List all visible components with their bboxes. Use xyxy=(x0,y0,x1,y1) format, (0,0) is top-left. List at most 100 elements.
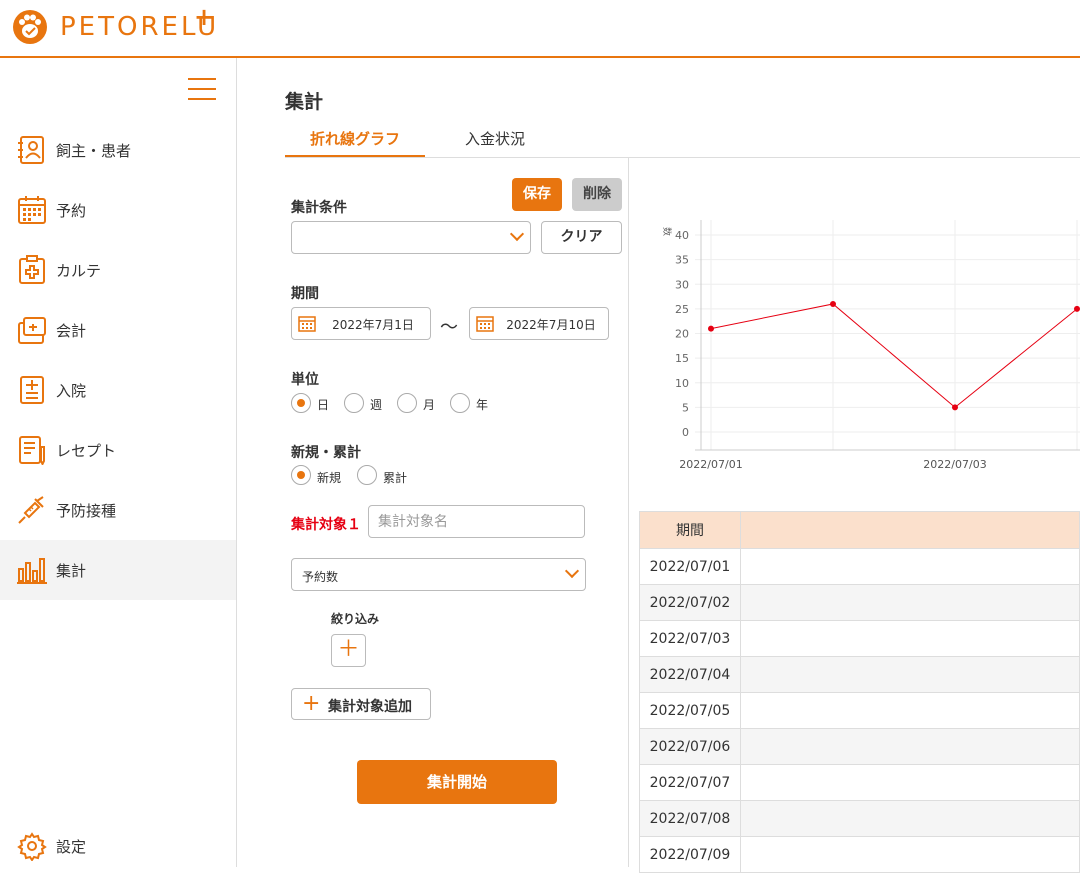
y-tick-label: 0 xyxy=(682,426,689,439)
table-cell-period: 2022/07/01 xyxy=(639,548,741,585)
unit-option-label: 週 xyxy=(370,398,383,412)
y-tick-label: 25 xyxy=(675,303,689,316)
table-row: 2022/07/09 xyxy=(639,836,1080,873)
series-line xyxy=(710,303,1078,409)
unit-radio-week[interactable] xyxy=(344,393,364,413)
chevron-down-icon xyxy=(509,226,525,242)
condition-label: 集計条件 xyxy=(291,200,347,216)
result-table: 期間 2022/07/01 2022/07/02 2022/07/03 2022/07… xyxy=(639,511,1080,873)
add-filter-button[interactable]: ＋ xyxy=(331,634,366,667)
tab-payment-status[interactable]: 入金状況 xyxy=(440,128,550,158)
sidebar: 飼主・患者 予約 カルテ 会計 入院 レセプト 予防接種 集計 設定 xyxy=(0,58,237,867)
start-aggregation-button[interactable]: 集計開始 xyxy=(357,760,557,804)
sidebar-item-label: 会計 xyxy=(56,321,87,340)
save-button[interactable]: 保存 xyxy=(512,178,562,211)
data-point xyxy=(1074,305,1080,312)
sidebar-item-receipt[interactable]: レセプト xyxy=(0,420,236,480)
period-label: 期間 xyxy=(291,286,319,302)
chevron-down-icon xyxy=(564,563,580,579)
table-row: 2022/07/07 xyxy=(639,764,1080,801)
target-metric-value: 予約数 xyxy=(302,570,339,584)
x-tick-label: 2022/07/01 xyxy=(679,458,742,471)
mode-option-label: 新規 xyxy=(317,471,342,485)
unit-radio-day[interactable] xyxy=(291,393,311,413)
sidebar-item-label: 入院 xyxy=(56,381,87,400)
sidebar-item-label: 設定 xyxy=(56,837,87,856)
date-range-separator: 〜 xyxy=(440,317,458,338)
hospital-admission-icon xyxy=(20,376,44,404)
table-cell-period: 2022/07/08 xyxy=(639,800,741,837)
table-row: 2022/07/06 xyxy=(639,728,1080,765)
sidebar-item-statistics[interactable]: 集計 xyxy=(0,540,236,600)
table-row: 2022/07/05 xyxy=(639,692,1080,729)
panel-divider xyxy=(628,157,629,867)
unit-radio-year[interactable] xyxy=(450,393,470,413)
table-cell-value xyxy=(740,836,1080,873)
x-tick-label: 2022/07/03 xyxy=(923,458,986,471)
sidebar-item-label: 予防接種 xyxy=(56,501,117,520)
date-from-value: 2022年7月1日 xyxy=(332,318,414,332)
sidebar-item-accounting[interactable]: 会計 xyxy=(0,300,236,360)
target-name-input[interactable] xyxy=(369,506,584,537)
date-from-field[interactable]: 2022年7月1日 xyxy=(291,307,431,340)
unit-option-label: 日 xyxy=(317,398,330,412)
condition-select[interactable] xyxy=(291,221,531,254)
date-to-field[interactable]: 2022年7月10日 xyxy=(469,307,609,340)
table-header-value xyxy=(740,511,1080,549)
y-tick-label: 20 xyxy=(675,328,689,341)
add-target-button[interactable]: + 集計対象追加 xyxy=(291,688,431,720)
sidebar-item-reservation[interactable]: 予約 xyxy=(0,180,236,240)
table-row: 2022/07/08 xyxy=(639,800,1080,837)
data-point xyxy=(952,404,958,411)
table-row: 2022/07/04 xyxy=(639,656,1080,693)
clear-button[interactable]: クリア xyxy=(541,221,622,254)
table-cell-period: 2022/07/03 xyxy=(639,620,741,657)
app-logo-plus: + xyxy=(194,3,215,31)
unit-radio-month[interactable] xyxy=(397,393,417,413)
add-target-label: 集計対象追加 xyxy=(328,699,412,715)
delete-button[interactable]: 削除 xyxy=(572,178,622,211)
tab-line-chart[interactable]: 折れ線グラフ xyxy=(285,128,425,158)
table-cell-value xyxy=(740,692,1080,729)
hamburger-menu-icon[interactable] xyxy=(188,78,216,100)
mode-radio-new[interactable] xyxy=(291,465,311,485)
table-row: 2022/07/03 xyxy=(639,620,1080,657)
line-chart: 0 5 10 15 20 25 30 35 40数 2022/07/01 2022/07/03 xyxy=(661,220,1080,471)
mode-radio-cumulative[interactable] xyxy=(357,465,377,485)
register-icon xyxy=(18,317,46,344)
sidebar-item-label: 集計 xyxy=(56,561,87,580)
unit-label: 単位 xyxy=(291,372,319,388)
bar-chart-icon xyxy=(17,558,47,584)
sidebar-item-karte[interactable]: カルテ xyxy=(0,240,236,300)
sidebar-item-owner-patient[interactable]: 飼主・患者 xyxy=(0,120,236,180)
sidebar-item-label: 飼主・患者 xyxy=(56,141,132,160)
y-tick-label: 15 xyxy=(675,352,689,365)
calendar-icon xyxy=(18,196,46,224)
table-cell-value xyxy=(740,584,1080,621)
paw-logo-icon xyxy=(13,10,47,44)
table-cell-period: 2022/07/04 xyxy=(639,656,741,693)
table-cell-value xyxy=(740,656,1080,693)
data-point xyxy=(708,325,714,332)
y-tick-label: 30 xyxy=(675,278,689,291)
sidebar-item-hospitalization[interactable]: 入院 xyxy=(0,360,236,420)
date-to-value: 2022年7月10日 xyxy=(506,318,596,332)
sidebar-item-settings[interactable]: 設定 xyxy=(0,816,236,876)
table-cell-period: 2022/07/09 xyxy=(639,836,741,873)
y-tick-label: 40 xyxy=(675,229,689,242)
table-cell-value xyxy=(740,548,1080,585)
target-metric-select[interactable]: 予約数 xyxy=(291,558,586,591)
medical-chart-icon xyxy=(19,255,45,284)
y-tick-label: 35 xyxy=(675,254,689,267)
table-cell-value xyxy=(740,620,1080,657)
table-cell-value xyxy=(740,800,1080,837)
table-cell-value xyxy=(740,728,1080,765)
target-name-field[interactable] xyxy=(368,505,585,538)
table-header-period: 期間 xyxy=(639,511,741,549)
table-cell-period: 2022/07/06 xyxy=(639,728,741,765)
y-axis-label: 数 xyxy=(661,227,673,236)
table-cell-period: 2022/07/07 xyxy=(639,764,741,801)
table-cell-period: 2022/07/02 xyxy=(639,584,741,621)
sidebar-item-vaccination[interactable]: 予防接種 xyxy=(0,480,236,540)
sidebar-item-label: カルテ xyxy=(56,261,102,280)
